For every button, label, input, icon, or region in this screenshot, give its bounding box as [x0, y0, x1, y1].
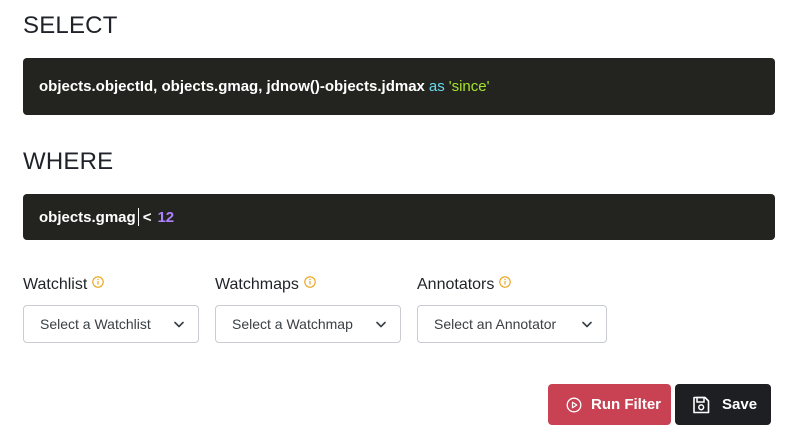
where-operator: < — [142, 208, 152, 226]
watchmaps-field: Watchmaps Select a Watchmap — [215, 274, 401, 343]
floppy-disk-icon — [693, 396, 710, 413]
save-label: Save — [722, 396, 758, 413]
watchlist-label: Watchlist — [23, 276, 88, 293]
watchmaps-label: Watchmaps — [215, 276, 299, 293]
watchmap-select-placeholder: Select a Watchmap — [232, 316, 353, 332]
where-heading: WHERE — [23, 148, 114, 175]
info-circle-icon[interactable] — [92, 276, 105, 288]
chevron-down-icon — [376, 321, 386, 327]
info-circle-icon[interactable] — [499, 276, 512, 288]
select-code-editor[interactable]: objects.objectId, objects.gmag, jdnow()-… — [23, 58, 775, 115]
annotator-select-placeholder: Select an Annotator — [434, 316, 557, 332]
watchlist-select[interactable]: Select a Watchlist — [23, 305, 199, 343]
play-circle-icon — [566, 397, 582, 412]
info-circle-icon[interactable] — [304, 276, 316, 288]
annotator-select[interactable]: Select an Annotator — [417, 305, 607, 343]
where-value: 12 — [157, 208, 175, 226]
chevron-down-icon — [174, 321, 184, 327]
where-code-editor[interactable]: objects.gmag < 12 — [23, 194, 775, 240]
alias-string: 'since' — [448, 78, 490, 95]
as-keyword: as — [428, 78, 445, 95]
watchlist-field: Watchlist Select a Watchlist — [23, 274, 199, 343]
where-field: objects.gmag — [39, 208, 136, 226]
watchmap-select[interactable]: Select a Watchmap — [215, 305, 401, 343]
chevron-down-icon — [582, 321, 592, 327]
run-filter-label: Run Filter — [591, 396, 661, 413]
text-cursor — [137, 208, 139, 226]
save-button[interactable]: Save — [675, 384, 771, 425]
run-filter-button[interactable]: Run Filter — [548, 384, 671, 425]
watchmaps-label-row: Watchmaps — [215, 274, 401, 296]
annotators-field: Annotators Select an Annotator — [417, 274, 607, 343]
select-expression: objects.objectId, objects.gmag, jdnow()-… — [39, 78, 425, 95]
select-heading: SELECT — [23, 12, 118, 39]
annotators-label-row: Annotators — [417, 274, 607, 296]
watchlist-select-placeholder: Select a Watchlist — [40, 316, 151, 332]
annotators-label: Annotators — [417, 276, 495, 293]
watchlist-label-row: Watchlist — [23, 274, 199, 296]
